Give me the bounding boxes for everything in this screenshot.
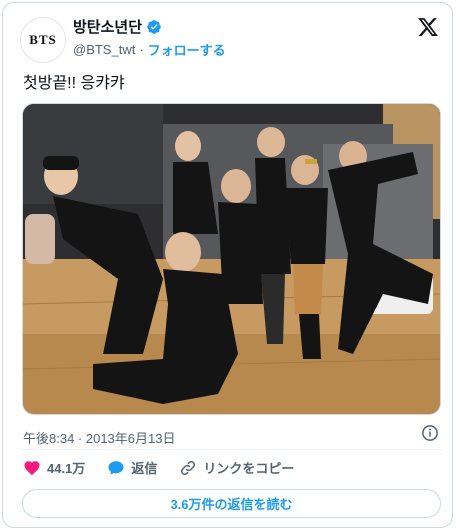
avatar-text: BTS xyxy=(29,32,57,47)
info-icon[interactable] xyxy=(421,424,439,442)
avatar[interactable]: BTS xyxy=(20,17,66,63)
reply-button[interactable]: 返信 xyxy=(107,458,157,477)
tweet-text: 첫방끝!! 응캬캬 xyxy=(23,75,125,92)
read-replies-button[interactable]: 3.6万件の返信を読む xyxy=(22,489,441,518)
speech-bubble-icon xyxy=(108,460,124,475)
author-name-row: 방탄소년단 xyxy=(73,16,162,37)
action-bar: 44.1万 返信 リンクをコピー xyxy=(23,458,316,477)
link-icon xyxy=(181,460,196,475)
like-count: 44.1万 xyxy=(47,461,86,476)
tweet-timestamp[interactable]: 午後8:34 · 2013年6月13日 xyxy=(23,428,175,447)
copy-link-button[interactable]: リンクをコピー xyxy=(179,458,294,477)
tweet-card: BTS 방탄소년단 @BTS_twt · フォローする 첫방끝!! 응캬캬 午後… xyxy=(2,2,453,528)
follow-button[interactable]: フォローする xyxy=(148,40,226,59)
like-button[interactable]: 44.1万 xyxy=(23,458,85,477)
separator-dot: · xyxy=(139,42,144,57)
tweet-photo[interactable] xyxy=(22,103,441,415)
heart-icon xyxy=(24,460,40,475)
verified-badge-icon xyxy=(147,19,161,34)
group-photo-image xyxy=(23,104,440,414)
x-logo-icon[interactable] xyxy=(417,16,439,38)
author-handle[interactable]: @BTS_twt xyxy=(73,42,135,57)
divider xyxy=(21,449,442,450)
handle-row: @BTS_twt · フォローする xyxy=(73,40,226,59)
reply-label: 返信 xyxy=(131,461,158,476)
author-name[interactable]: 방탄소년단 xyxy=(73,16,142,37)
copy-link-label: リンクをコピー xyxy=(203,461,295,476)
